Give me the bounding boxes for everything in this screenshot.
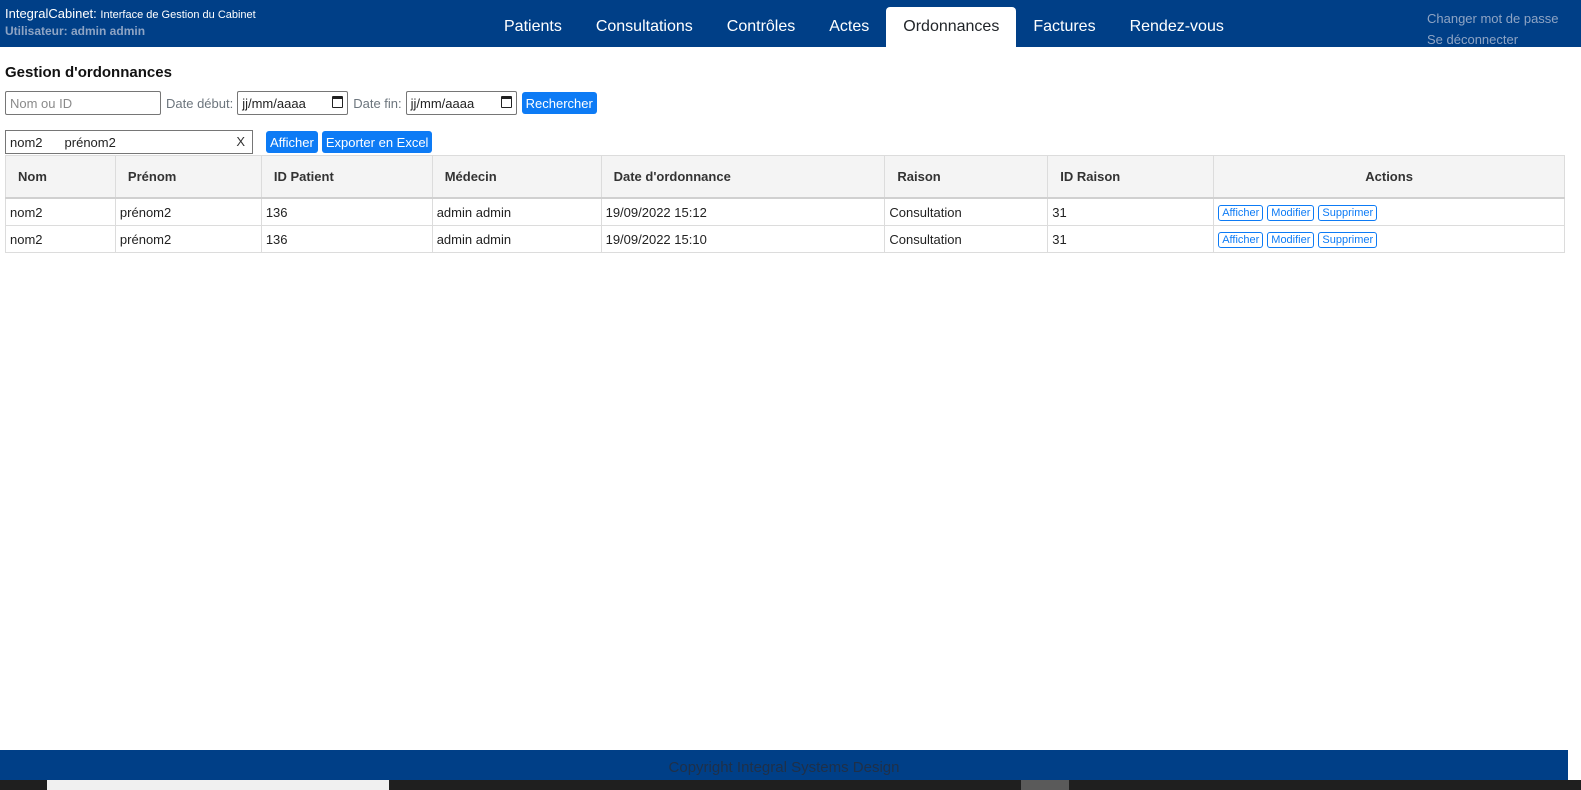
cell-prenom: prénom2: [114, 197, 262, 226]
calendar-icon[interactable]: [500, 96, 512, 108]
cell-medecin: admin admin: [431, 225, 602, 253]
page-title: Gestion d'ordonnances: [5, 64, 172, 81]
selected-patient-row: nom2 prénom2 X Afficher Exporter en Exce…: [5, 130, 433, 154]
taskbar-item[interactable]: [47, 780, 389, 790]
cell-nom: nom2: [5, 225, 116, 253]
copyright-text: Copyright Integral Systems Design: [668, 759, 900, 776]
cell-id-raison: 31: [1047, 225, 1215, 253]
selected-patient-prenom: prénom2: [64, 134, 116, 150]
main-nav: Patients Consultations Contrôles Actes O…: [487, 0, 1241, 47]
account-menu: Changer mot de passe Se déconnecter: [1427, 8, 1559, 50]
tab-actes[interactable]: Actes: [812, 7, 886, 47]
date-start-label: Date début:: [166, 95, 234, 111]
column-header-id-patient[interactable]: ID Patient: [260, 155, 433, 199]
cell-raison: Consultation: [884, 225, 1049, 253]
export-excel-button[interactable]: Exporter en Excel: [321, 131, 433, 153]
search-filters: Date début: jj/mm/aaaa Date fin: jj/mm/a…: [5, 90, 597, 116]
taskbar: [0, 780, 1581, 790]
edit-button[interactable]: Modifier: [1267, 204, 1315, 221]
cell-id-patient: 136: [260, 197, 433, 226]
cell-medecin: admin admin: [431, 197, 602, 226]
current-user-label: Utilisateur: admin admin: [5, 24, 146, 38]
taskbar-item[interactable]: [1021, 780, 1069, 790]
column-header-nom[interactable]: Nom: [5, 155, 116, 199]
prescriptions-table: Nom Prénom ID Patient Médecin Date d'ord…: [5, 155, 1565, 253]
view-button[interactable]: Afficher: [1218, 204, 1264, 221]
brand: IntegralCabinet: Interface de Gestion du…: [5, 6, 256, 21]
cell-prenom: prénom2: [114, 225, 262, 253]
date-start-value: jj/mm/aaaa: [242, 95, 306, 111]
view-button[interactable]: Afficher: [1218, 231, 1264, 248]
app-name: IntegralCabinet:: [5, 6, 97, 21]
date-end-value: jj/mm/aaaa: [410, 95, 475, 111]
cell-actions: Afficher Modifier Supprimer: [1213, 197, 1565, 226]
column-header-date[interactable]: Date d'ordonnance: [600, 155, 886, 199]
afficher-button[interactable]: Afficher: [266, 131, 318, 153]
delete-button[interactable]: Supprimer: [1318, 231, 1378, 248]
column-header-medecin[interactable]: Médecin: [431, 155, 602, 199]
tab-ordonnances[interactable]: Ordonnances: [886, 7, 1017, 47]
cell-id-patient: 136: [260, 225, 433, 253]
tab-patients[interactable]: Patients: [487, 7, 579, 47]
tab-rendez-vous[interactable]: Rendez-vous: [1113, 7, 1241, 47]
top-navbar: IntegralCabinet: Interface de Gestion du…: [0, 0, 1581, 47]
tab-consultations[interactable]: Consultations: [579, 7, 710, 47]
selected-patient-nom: nom2: [10, 134, 43, 150]
cell-id-raison: 31: [1047, 197, 1215, 226]
edit-button[interactable]: Modifier: [1267, 231, 1315, 248]
logout-link[interactable]: Se déconnecter: [1427, 29, 1559, 50]
tab-controles[interactable]: Contrôles: [710, 7, 812, 47]
delete-button[interactable]: Supprimer: [1318, 204, 1378, 221]
cell-nom: nom2: [5, 197, 116, 226]
tab-factures[interactable]: Factures: [1016, 7, 1112, 47]
column-header-prenom[interactable]: Prénom: [114, 155, 262, 199]
cell-date: 19/09/2022 15:10: [600, 225, 886, 253]
table-row: nom2 prénom2 136 admin admin 19/09/2022 …: [5, 225, 1565, 253]
clear-patient-button[interactable]: X: [236, 134, 245, 149]
date-end-label: Date fin:: [353, 95, 402, 111]
date-start-field[interactable]: jj/mm/aaaa: [237, 91, 349, 115]
cell-date: 19/09/2022 15:12: [600, 197, 886, 226]
change-password-link[interactable]: Changer mot de passe: [1427, 8, 1559, 29]
table-header-row: Nom Prénom ID Patient Médecin Date d'ord…: [5, 155, 1565, 199]
search-button[interactable]: Rechercher: [521, 92, 597, 114]
page-footer: Copyright Integral Systems Design: [0, 750, 1568, 780]
date-end-field[interactable]: jj/mm/aaaa: [405, 91, 517, 115]
cell-raison: Consultation: [884, 197, 1049, 226]
selected-patient-field[interactable]: nom2 prénom2 X: [5, 130, 253, 154]
cell-actions: Afficher Modifier Supprimer: [1213, 225, 1565, 253]
column-header-id-raison[interactable]: ID Raison: [1047, 155, 1215, 199]
column-header-raison[interactable]: Raison: [884, 155, 1049, 199]
search-input[interactable]: [5, 91, 161, 115]
table-row: nom2 prénom2 136 admin admin 19/09/2022 …: [5, 197, 1565, 226]
column-header-actions: Actions: [1213, 155, 1565, 199]
calendar-icon[interactable]: [332, 96, 344, 108]
app-subtitle: Interface de Gestion du Cabinet: [100, 9, 256, 21]
